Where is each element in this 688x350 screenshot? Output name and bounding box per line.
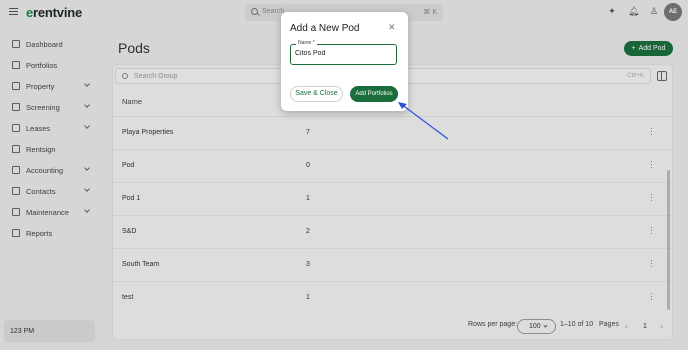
pod-name-label: Name *: [296, 40, 317, 46]
save-close-button[interactable]: Save & Close: [290, 86, 343, 102]
close-icon[interactable]: ✕: [388, 22, 396, 33]
dialog-title: Add a New Pod: [290, 23, 360, 34]
add-portfolios-button[interactable]: Add Portfolios: [350, 86, 398, 102]
add-pod-dialog: Add a New Pod ✕ Name * Save & Close Add …: [281, 12, 408, 111]
pod-name-input[interactable]: [295, 50, 393, 57]
pod-name-field[interactable]: Name *: [290, 40, 397, 65]
annotation-arrow: [398, 102, 449, 140]
